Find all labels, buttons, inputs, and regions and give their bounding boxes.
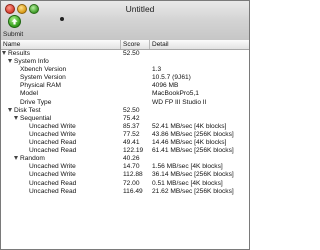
title-bar: Untitled Submit [1,1,249,41]
outline-row[interactable]: Physical RAM 4096 MB [1,82,249,90]
outline-row[interactable]: Uncached Write 14.70 1.56 MB/sec [4K block… [1,163,249,171]
row-score: 77.52 [123,130,140,138]
row-name-label: Uncached Read [29,187,77,195]
row-name: Model [1,90,140,98]
row-detail: 21.62 MB/sec [256K blocks] [152,187,234,195]
row-detail: MacBookPro5,1 [152,90,199,98]
outline-row[interactable]: System Version 10.5.7 (9J61) [1,74,249,82]
row-name-label: Results [8,50,30,57]
column-header-name[interactable]: Name [1,40,121,49]
row-detail: 61.41 MB/sec [256K blocks] [152,147,234,155]
row-name-label: Uncached Read [29,139,77,147]
row-name-label: System Info [14,58,49,66]
outline-row[interactable]: Uncached Read 72.00 0.51 MB/sec [4K blocks… [1,180,249,188]
submit-arrow-icon [8,15,21,28]
row-detail: 0.51 MB/sec [4K blocks] [152,179,223,187]
row-detail: 4096 MB [152,82,179,90]
submit-button[interactable]: Submit [3,15,25,39]
disclosure-triangle-icon[interactable] [8,59,12,64]
minimize-window-button[interactable] [17,4,27,14]
column-header-detail[interactable]: Detail [150,40,249,49]
row-name-label: System Version [20,74,66,82]
row-name-label: Xbench Version [20,66,67,74]
disclosure-triangle-icon[interactable] [8,107,12,112]
disclosure-triangle-icon[interactable] [14,156,18,161]
row-detail: WD FP III Studio II [152,98,207,106]
row-name: Physical RAM [1,82,140,90]
outline-row[interactable]: Xbench Version 1.3 [1,66,249,74]
row-name: Results [1,50,122,58]
row-score: 52.50 [123,106,140,114]
row-score: 72.00 [123,179,140,187]
row-name-label: Random [20,155,45,163]
outline-row[interactable]: Uncached Read 122.19 61.41 MB/sec [256K bl… [1,147,249,155]
submit-label: Submit [3,31,24,38]
disclosure-triangle-icon[interactable] [2,51,6,55]
row-name-label: Model [20,90,38,98]
row-name: System Info [1,58,128,66]
outline-row[interactable]: Uncached Write 85.37 52.41 MB/sec [4K bloc… [1,123,249,131]
row-name-label: Uncached Write [29,171,76,179]
row-detail: 52.41 MB/sec [4K blocks] [152,122,227,130]
outline-row[interactable]: Model MacBookPro5,1 [1,90,249,98]
results-outline: Results 52.50 System Info Xbench Version 1.3… [1,50,249,249]
column-header-score[interactable]: Score [121,40,150,49]
row-name-label: Uncached Write [29,130,76,138]
row-name-label: Uncached Read [29,179,77,187]
row-score: 122.19 [123,147,144,155]
outline-row[interactable]: Uncached Write 112.88 36.14 MB/sec [256K b… [1,171,249,179]
close-window-button[interactable] [5,4,15,14]
row-detail: 43.86 MB/sec [256K blocks] [152,130,234,138]
row-name: Random [1,155,134,163]
row-score: 112.88 [123,171,143,179]
row-detail: 14.46 MB/sec [4K blocks] [152,139,227,147]
row-score: 116.49 [123,187,143,195]
row-name-label: Drive Type [20,98,52,106]
row-name-label: Uncached Write [29,163,76,171]
row-name: Sequential [1,115,134,123]
row-detail: 1.56 MB/sec [4K blocks] [152,163,223,171]
xbench-window: Untitled Submit Name Score Detail Result… [0,0,250,250]
outline-group-row[interactable]: Disk Test 52.50 [1,107,249,115]
outline-row[interactable]: Uncached Write 77.52 43.86 MB/sec [256K bl… [1,131,249,139]
row-score: 52.50 [123,50,140,57]
disclosure-triangle-icon[interactable] [14,115,18,120]
row-name-label: Uncached Read [29,147,77,155]
row-score: 14.70 [123,163,140,171]
row-name: Drive Type [1,99,140,107]
outline-group-row[interactable]: Sequential 75.42 [1,115,249,123]
row-name-label: Sequential [20,114,52,122]
row-name: Xbench Version [1,66,140,74]
outline-row[interactable]: Uncached Read 116.49 21.62 MB/sec [256K bl… [1,188,249,196]
row-name-label: Uncached Write [29,122,76,130]
outline-group-row[interactable]: Random 40.26 [1,155,249,163]
window-title: Untitled [125,4,155,14]
row-name-label: Physical RAM [20,82,62,90]
row-detail: 36.14 MB/sec [256K blocks] [152,171,234,179]
row-score: 49.41 [123,139,140,147]
row-detail: 1.3 [152,66,162,74]
results-column-header: Name Score Detail [1,40,249,50]
row-name-label: Disk Test [14,106,41,114]
activity-dot-icon [60,17,64,21]
row-name: Disk Test [1,107,128,115]
outline-group-row[interactable]: System Info [1,58,249,66]
row-score: 75.42 [123,114,140,122]
zoom-window-button[interactable] [29,4,39,14]
row-score: 40.26 [123,155,140,163]
row-score: 85.37 [123,122,140,130]
outline-group-row[interactable]: Results 52.50 [1,50,249,58]
row-detail: 10.5.7 (9J61) [152,74,191,82]
outline-row[interactable]: Uncached Read 49.41 14.46 MB/sec [4K block… [1,139,249,147]
row-name: System Version [1,74,140,82]
outline-row[interactable]: Drive Type WD FP III Studio II [1,99,249,107]
